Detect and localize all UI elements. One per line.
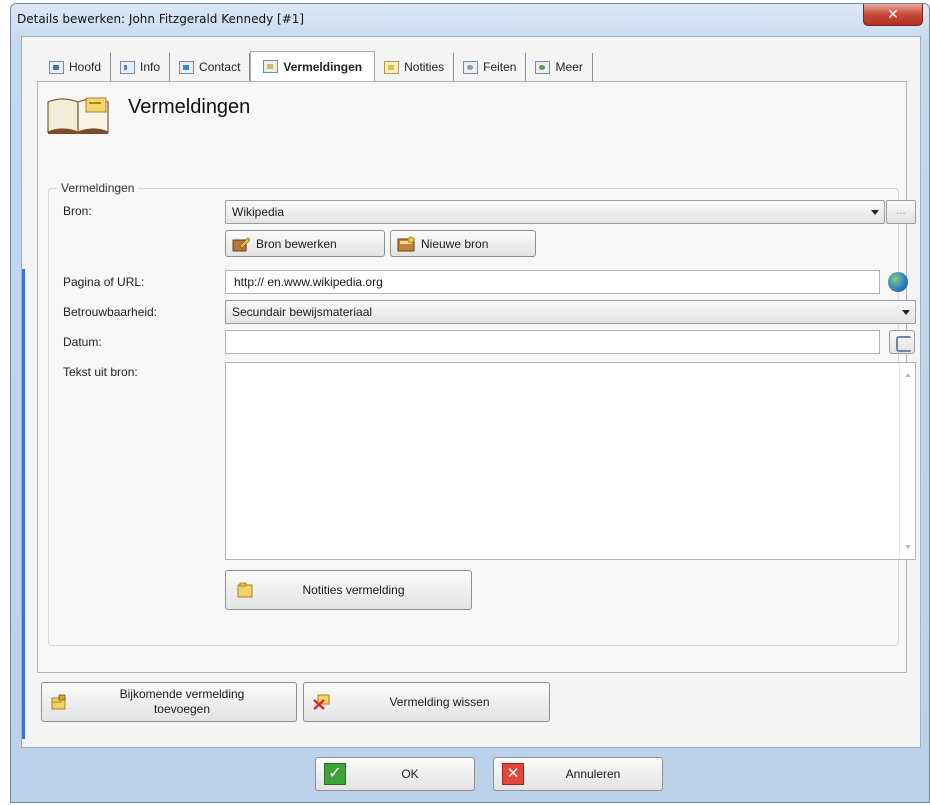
close-button[interactable]: ✕: [863, 4, 923, 26]
bron-select[interactable]: Wikipedia: [225, 200, 885, 224]
nieuwe-bron-label: Nieuwe bron: [421, 236, 489, 251]
tab-hoofd[interactable]: Hoofd: [40, 53, 112, 81]
tekst-uit-bron-textarea[interactable]: [225, 362, 916, 560]
notities-vermelding-button[interactable]: Notities vermelding: [225, 570, 472, 610]
info-icon: [120, 60, 136, 74]
tab-contact[interactable]: Contact: [170, 53, 251, 81]
scroll-up-icon[interactable]: [905, 373, 911, 377]
bron-bewerken-label: Bron bewerken: [256, 236, 337, 251]
dialog-window: Details bewerken: John Fitzgerald Kenned…: [10, 3, 930, 803]
cancel-label: Annuleren: [565, 767, 621, 781]
notities-vermelding-label: Notities vermelding: [302, 583, 405, 597]
tab-notities[interactable]: Notities: [375, 53, 455, 81]
globe-icon[interactable]: [888, 272, 908, 292]
left-accent-bar: [22, 269, 25, 739]
chevron-down-icon: [871, 210, 879, 215]
bron-select-value: Wikipedia: [232, 205, 285, 219]
betrouwbaarheid-select-value: Secundair bewijsmateriaal: [232, 305, 373, 319]
tab-panel-vermeldingen: Vermeldingen Vermeldingen Bron: Wikipedi…: [37, 81, 916, 673]
delete-citation-icon: [313, 694, 330, 710]
chevron-down-icon: [902, 310, 910, 315]
tab-label: Contact: [199, 60, 241, 74]
bron-browse-button[interactable]: ...: [886, 200, 916, 224]
add-citation-icon: [51, 694, 66, 710]
edit-source-icon: [232, 236, 250, 251]
tab-label: Info: [140, 60, 161, 74]
pagina-url-input[interactable]: http:// en.www.wikipedia.org: [225, 270, 880, 294]
add-citation-label: Bijkomende vermelding toevoegen: [68, 687, 296, 717]
dialog-client-area: Hoofd Info Contact Vermeldingen Notities…: [21, 36, 921, 748]
page-title: Vermeldingen: [128, 96, 251, 118]
add-citation-button[interactable]: Bijkomende vermelding toevoegen: [41, 682, 297, 722]
betrouwbaarheid-select[interactable]: Secundair bewijsmateriaal: [225, 300, 916, 324]
check-icon: ✓: [324, 763, 346, 785]
tab-feiten[interactable]: Feiten: [454, 53, 527, 81]
bron-label: Bron:: [63, 204, 92, 218]
textarea-scrollbar[interactable]: [899, 363, 915, 559]
note-icon: [384, 60, 400, 74]
tab-label: Notities: [404, 60, 445, 74]
tab-vermeldingen[interactable]: Vermeldingen: [250, 51, 376, 81]
date-picker-icon[interactable]: [889, 330, 915, 354]
cancel-x-icon: ✕: [502, 763, 524, 785]
window-title: Details bewerken: John Fitzgerald Kenned…: [17, 12, 305, 26]
tab-meer[interactable]: Meer: [526, 53, 593, 81]
title-bar: Details bewerken: John Fitzgerald Kenned…: [11, 4, 929, 36]
facts-icon: [463, 60, 479, 74]
cancel-button[interactable]: ✕ Annuleren: [493, 757, 663, 791]
delete-citation-label: Vermelding wissen: [389, 695, 490, 709]
more-icon: [535, 60, 551, 74]
bron-bewerken-button[interactable]: Bron bewerken: [225, 230, 385, 257]
add-citation-label-line1: Bijkomende vermelding: [119, 687, 245, 701]
citation-icon: [263, 60, 279, 73]
tab-label: Feiten: [483, 60, 517, 74]
house-icon: [179, 60, 195, 74]
tab-bar: Hoofd Info Contact Vermeldingen Notities…: [40, 51, 593, 81]
scroll-down-icon[interactable]: [905, 545, 911, 549]
betrouwbaarheid-label: Betrouwbaarheid:: [63, 305, 158, 319]
person-card-icon: [49, 60, 64, 74]
delete-citation-button[interactable]: Vermelding wissen: [303, 682, 550, 722]
add-citation-label-line2: toevoegen: [153, 702, 211, 716]
pagina-label: Pagina of URL:: [63, 275, 145, 289]
tab-label: Vermeldingen: [283, 59, 363, 74]
ok-button[interactable]: ✓ OK: [315, 757, 475, 791]
tekst-label: Tekst uit bron:: [63, 365, 138, 379]
tab-label: Meer: [555, 60, 583, 74]
note-folder-icon: [237, 582, 253, 598]
nieuwe-bron-button[interactable]: Nieuwe bron: [390, 230, 536, 257]
tab-label: Hoofd: [69, 60, 102, 74]
ok-label: OK: [401, 767, 419, 781]
tab-info[interactable]: Info: [111, 53, 171, 81]
new-source-icon: [397, 236, 415, 251]
datum-label: Datum:: [63, 335, 102, 349]
group-legend: Vermeldingen: [61, 181, 135, 195]
datum-input[interactable]: [225, 330, 880, 354]
book-icon: [47, 97, 109, 134]
